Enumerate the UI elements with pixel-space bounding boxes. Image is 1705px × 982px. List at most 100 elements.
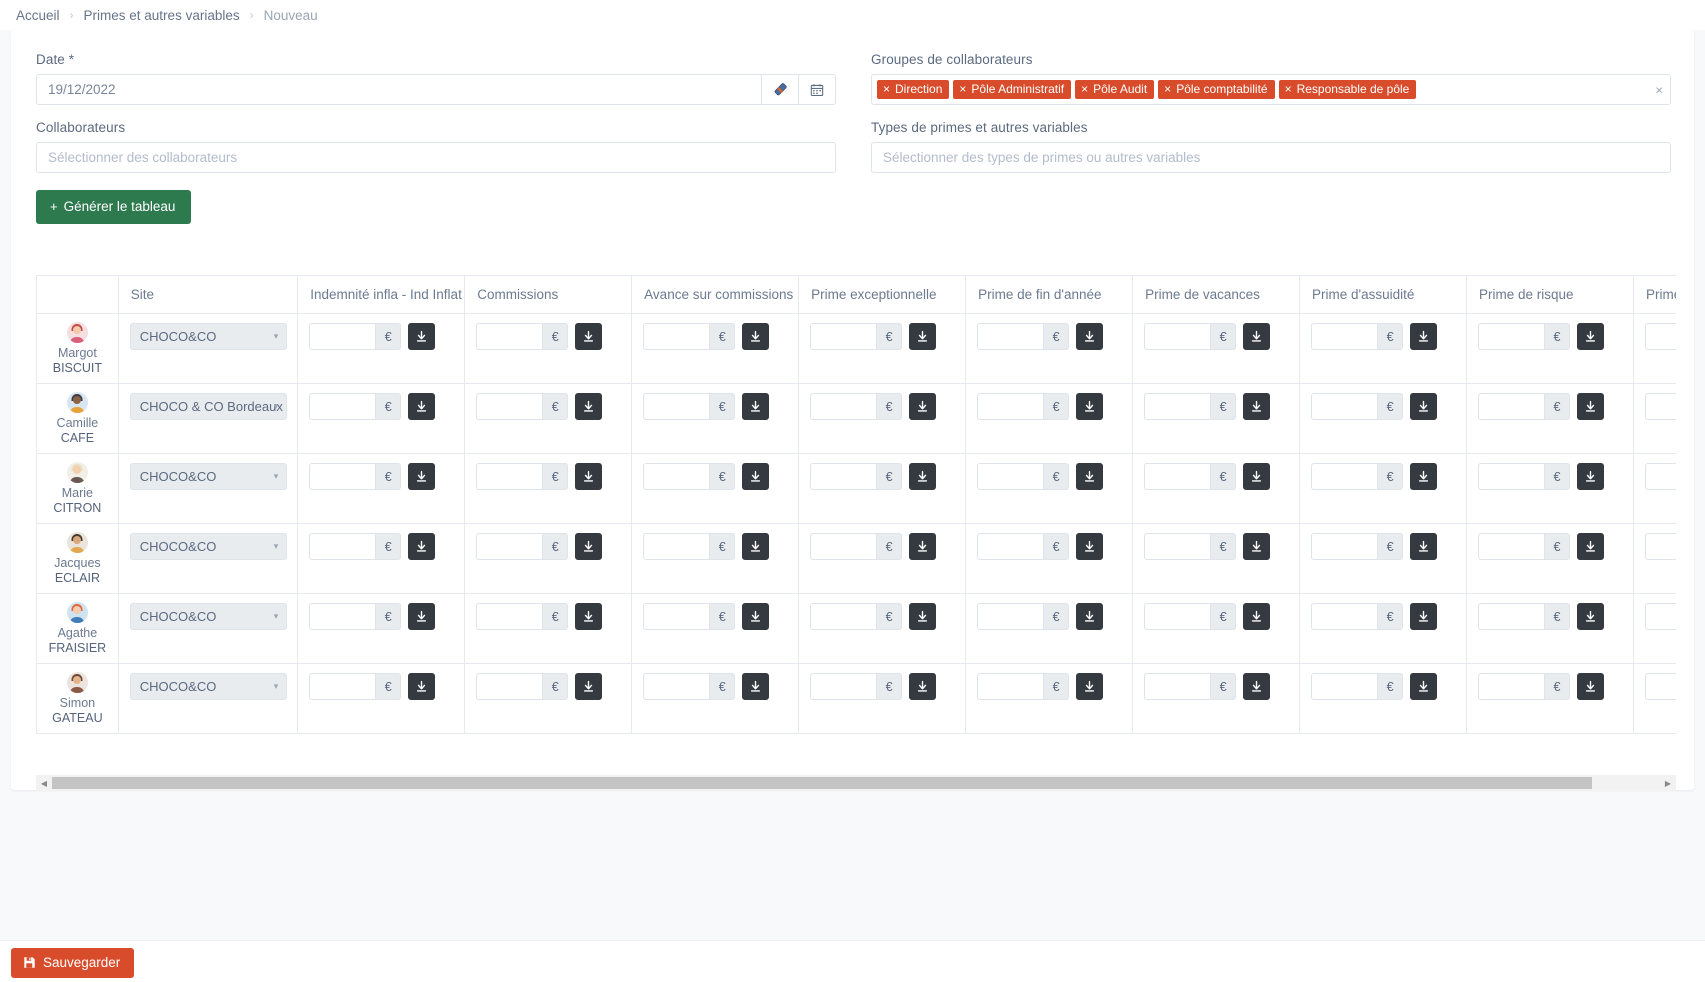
fill-down-button[interactable] (1243, 463, 1271, 490)
fill-down-button[interactable] (909, 533, 937, 560)
tag-remove-icon[interactable]: × (1081, 83, 1088, 95)
prime-amount-input[interactable] (1644, 603, 1676, 630)
prime-amount-input[interactable] (1144, 393, 1211, 420)
fill-down-button[interactable] (575, 393, 603, 420)
fill-down-button[interactable] (1410, 463, 1438, 490)
fill-down-button[interactable] (1076, 603, 1104, 630)
fill-down-button[interactable] (575, 673, 603, 700)
prime-amount-input[interactable] (1478, 673, 1545, 700)
breadcrumb-item-accueil[interactable]: Accueil (16, 8, 60, 23)
prime-amount-input[interactable] (1478, 463, 1545, 490)
fill-down-button[interactable] (1243, 533, 1271, 560)
prime-amount-input[interactable] (476, 673, 543, 700)
fill-down-button[interactable] (1577, 393, 1605, 420)
prime-amount-input[interactable] (309, 393, 376, 420)
fill-down-button[interactable] (1243, 323, 1271, 350)
tag-responsable-de-pole[interactable]: × Responsable de pôle (1278, 80, 1417, 99)
prime-amount-input[interactable] (810, 463, 877, 490)
scrollbar-thumb[interactable] (52, 777, 1592, 789)
fill-down-button[interactable] (1577, 603, 1605, 630)
types-primes-input[interactable] (871, 142, 1671, 173)
prime-amount-input[interactable] (1144, 673, 1211, 700)
prime-amount-input[interactable] (309, 323, 376, 350)
fill-down-button[interactable] (1410, 533, 1438, 560)
fill-down-button[interactable] (742, 323, 770, 350)
prime-amount-input[interactable] (1311, 603, 1378, 630)
fill-down-button[interactable] (1577, 323, 1605, 350)
prime-amount-input[interactable] (1311, 463, 1378, 490)
prime-amount-input[interactable] (1144, 603, 1211, 630)
prime-amount-input[interactable] (1478, 393, 1545, 420)
scroll-right-arrow-icon[interactable]: ▶ (1660, 775, 1676, 791)
prime-amount-input[interactable] (1644, 323, 1676, 350)
tag-pole-comptabilite[interactable]: × Pôle comptabilité (1158, 80, 1275, 99)
prime-amount-input[interactable] (309, 673, 376, 700)
prime-amount-input[interactable] (1144, 463, 1211, 490)
fill-down-button[interactable] (909, 323, 937, 350)
fill-down-button[interactable] (1577, 673, 1605, 700)
site-select[interactable]: CHOCO&CO ▾ (129, 603, 288, 630)
prime-amount-input[interactable] (977, 603, 1044, 630)
fill-down-button[interactable] (909, 603, 937, 630)
prime-amount-input[interactable] (810, 533, 877, 560)
prime-amount-input[interactable] (1644, 673, 1676, 700)
fill-down-button[interactable] (575, 323, 603, 350)
fill-down-button[interactable] (909, 463, 937, 490)
tag-direction[interactable]: × Direction (877, 80, 950, 99)
fill-down-button[interactable] (408, 673, 436, 700)
prime-amount-input[interactable] (1478, 533, 1545, 560)
prime-amount-input[interactable] (1144, 533, 1211, 560)
prime-amount-input[interactable] (476, 603, 543, 630)
fill-down-button[interactable] (1076, 533, 1104, 560)
fill-down-button[interactable] (1410, 393, 1438, 420)
prime-amount-input[interactable] (643, 673, 710, 700)
fill-down-button[interactable] (408, 393, 436, 420)
prime-amount-input[interactable] (643, 533, 710, 560)
eraser-button[interactable] (762, 74, 799, 105)
prime-amount-input[interactable] (1311, 393, 1378, 420)
site-select[interactable]: CHOCO&CO ▾ (129, 673, 288, 700)
fill-down-button[interactable] (408, 603, 436, 630)
fill-down-button[interactable] (1076, 323, 1104, 350)
prime-amount-input[interactable] (810, 673, 877, 700)
calendar-button[interactable] (799, 74, 836, 105)
fill-down-button[interactable] (1577, 533, 1605, 560)
prime-amount-input[interactable] (476, 533, 543, 560)
fill-down-button[interactable] (909, 393, 937, 420)
prime-amount-input[interactable] (1311, 673, 1378, 700)
prime-amount-input[interactable] (977, 393, 1044, 420)
site-select[interactable]: CHOCO&CO ▾ (129, 533, 288, 560)
prime-amount-input[interactable] (977, 673, 1044, 700)
date-input[interactable] (36, 74, 762, 105)
fill-down-button[interactable] (408, 533, 436, 560)
prime-amount-input[interactable] (1478, 603, 1545, 630)
prime-amount-input[interactable] (1144, 323, 1211, 350)
fill-down-button[interactable] (742, 463, 770, 490)
generate-table-button[interactable]: + Générer le tableau (36, 190, 192, 224)
tag-remove-icon[interactable]: × (1285, 83, 1292, 95)
prime-amount-input[interactable] (309, 603, 376, 630)
fill-down-button[interactable] (575, 463, 603, 490)
prime-amount-input[interactable] (309, 463, 376, 490)
site-select[interactable]: CHOCO & CO Bordeaux ▾ (129, 393, 288, 420)
prime-amount-input[interactable] (476, 463, 543, 490)
prime-amount-input[interactable] (977, 323, 1044, 350)
fill-down-button[interactable] (408, 323, 436, 350)
prime-amount-input[interactable] (1644, 533, 1676, 560)
prime-amount-input[interactable] (643, 463, 710, 490)
scroll-left-arrow-icon[interactable]: ◀ (36, 775, 52, 791)
prime-amount-input[interactable] (1311, 533, 1378, 560)
tag-pole-audit[interactable]: × Pôle Audit (1075, 80, 1155, 99)
prime-amount-input[interactable] (476, 323, 543, 350)
fill-down-button[interactable] (1076, 673, 1104, 700)
fill-down-button[interactable] (408, 463, 436, 490)
fill-down-button[interactable] (742, 393, 770, 420)
prime-amount-input[interactable] (1644, 463, 1676, 490)
fill-down-button[interactable] (575, 603, 603, 630)
groupes-tag-field[interactable]: × Direction × Pôle Administratif × Pôle Aud… (871, 74, 1671, 105)
prime-amount-input[interactable] (1478, 323, 1545, 350)
fill-down-button[interactable] (742, 533, 770, 560)
save-button[interactable]: Sauvegarder (11, 948, 135, 978)
table-horizontal-scrollbar[interactable]: ◀ ▶ (36, 775, 1676, 791)
fill-down-button[interactable] (1076, 393, 1104, 420)
